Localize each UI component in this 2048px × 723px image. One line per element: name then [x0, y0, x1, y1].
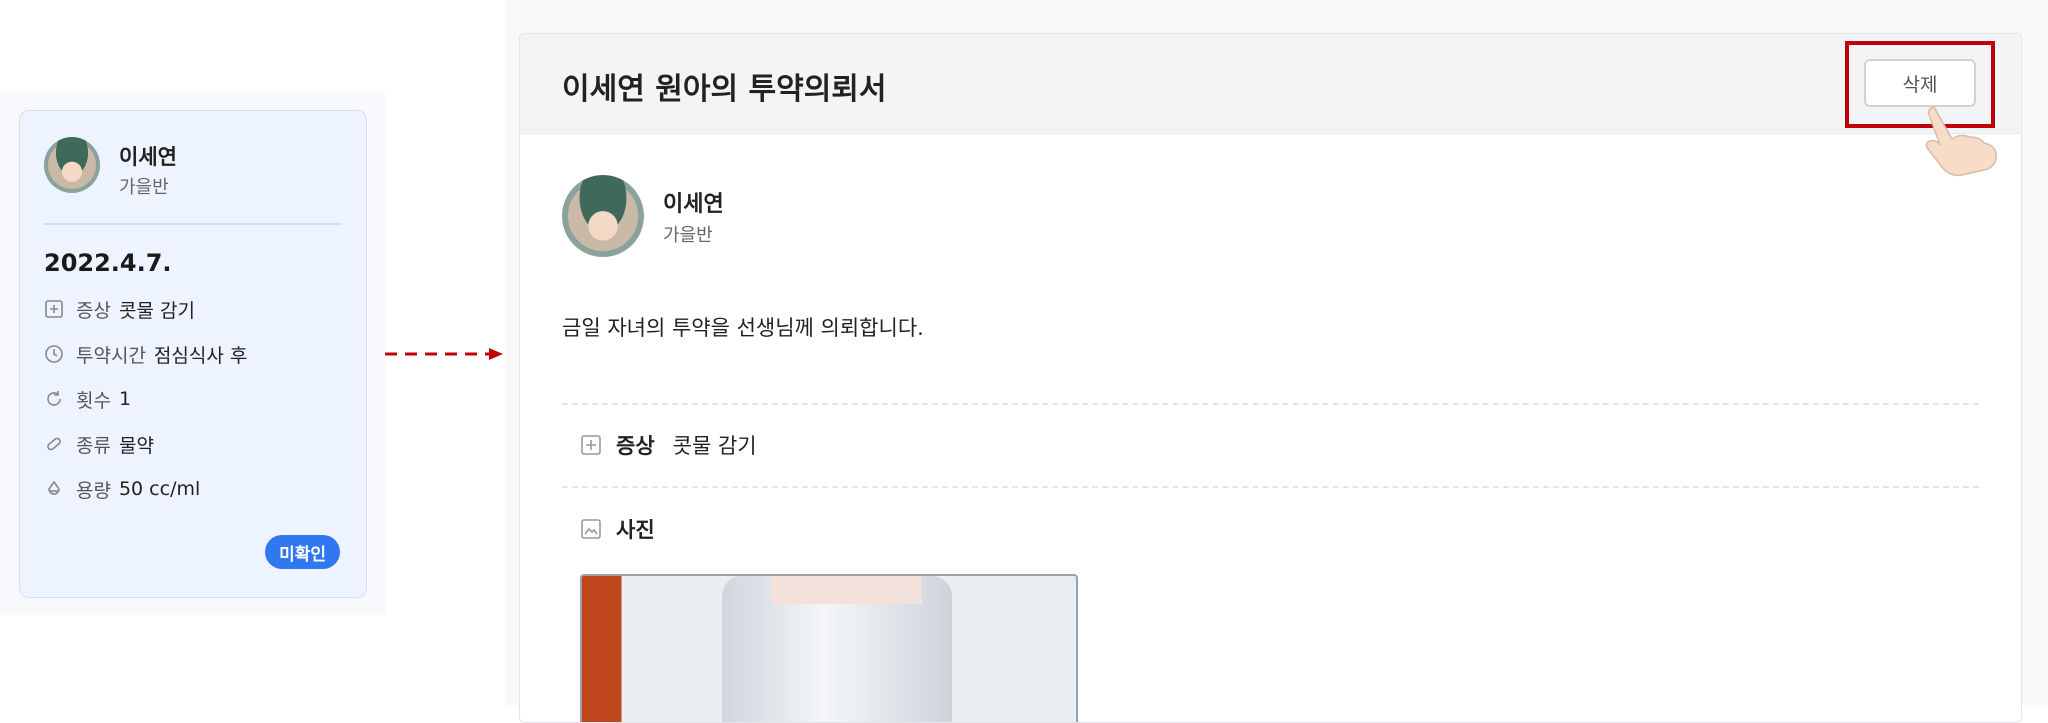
divider: [562, 486, 1979, 488]
detail-header: 이세연 원아의 투약의뢰서 삭제: [520, 34, 2021, 177]
row-value: 1: [118, 388, 132, 410]
child-name: 이세연: [663, 192, 724, 217]
divider: [562, 403, 1979, 405]
avatar: [562, 175, 644, 257]
bottle-cap: [772, 576, 922, 604]
dose-row: 용량 50 cc/ml: [44, 476, 200, 502]
child-name: 이세연: [119, 145, 177, 169]
photo-section: 사진: [580, 514, 673, 544]
symptom-section: 증상 콧물 감기: [580, 430, 757, 460]
divider: [44, 223, 342, 225]
clock-icon: [45, 345, 63, 363]
row-value: 콧물 감기: [118, 299, 195, 322]
plus-square-icon: [45, 300, 63, 318]
medication-summary-card[interactable]: 이세연 가을반 2022.4.7. 증상 콧물 감기 투약시간 점심식사 후 횟…: [19, 110, 367, 598]
drop-icon: [48, 480, 60, 495]
symptom-label: 증상: [616, 434, 655, 458]
request-date: 2022.4.7.: [44, 249, 172, 277]
medication-request-detail: 이세연 원아의 투약의뢰서 삭제 이세연 가을반 금일 자녀의 투약을 선생님께…: [519, 33, 2022, 723]
row-value: 50 cc/ml: [118, 478, 201, 500]
dashed-arrow-icon: [385, 348, 503, 360]
symptom-value: 콧물 감기: [672, 434, 757, 458]
photo-label: 사진: [616, 518, 655, 542]
page-title: 이세연 원아의 투약의뢰서: [562, 72, 887, 107]
medicine-photo[interactable]: [580, 574, 1078, 722]
row-key: 투약시간: [76, 344, 146, 367]
row-key: 종류: [76, 434, 111, 457]
pill-icon: [47, 437, 61, 451]
plus-square-icon: [581, 435, 601, 455]
image-icon: [581, 519, 601, 539]
row-key: 증상: [76, 299, 111, 322]
count-row: 횟수 1: [44, 386, 131, 412]
symptom-row: 증상 콧물 감기: [44, 296, 195, 322]
row-value: 점심식사 후: [153, 344, 248, 367]
refresh-icon: [47, 391, 61, 406]
pointer-hand-icon: [1925, 106, 1998, 177]
class-name: 가을반: [663, 225, 713, 246]
row-value: 물약: [118, 434, 154, 457]
time-row: 투약시간 점심식사 후: [44, 341, 247, 367]
type-row: 종류 물약: [44, 431, 154, 457]
status-badge: 미확인: [265, 535, 340, 569]
row-key: 용량: [76, 479, 111, 502]
request-message: 금일 자녀의 투약을 선생님께 의뢰합니다.: [562, 316, 924, 340]
avatar: [44, 137, 100, 193]
row-key: 횟수: [76, 389, 111, 412]
class-name: 가을반: [119, 177, 169, 198]
